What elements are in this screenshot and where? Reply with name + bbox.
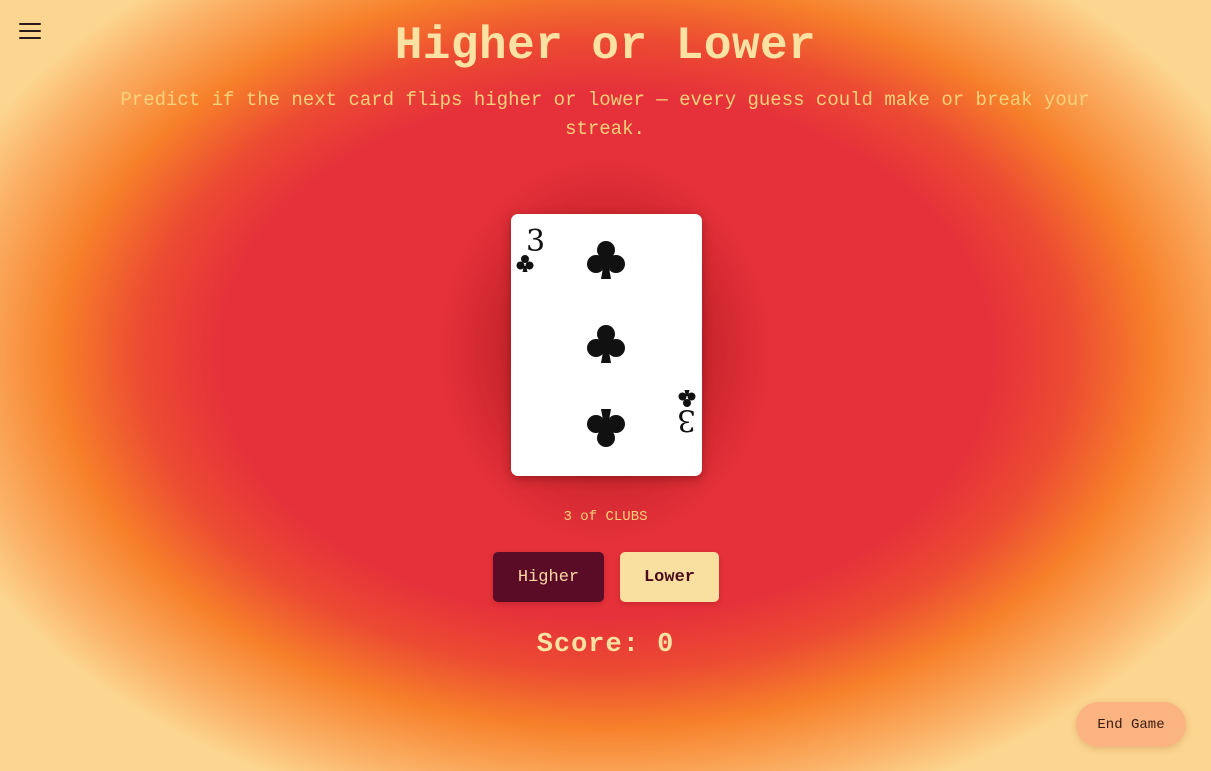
score-value: 0 — [657, 630, 675, 660]
page-title: Higher or Lower — [394, 20, 817, 72]
club-icon — [587, 325, 625, 363]
card-rank-bottom: 3 — [677, 402, 696, 437]
card-rank-top: 3 — [526, 224, 545, 259]
playing-card: 3 3 — [511, 214, 702, 476]
club-icon — [587, 409, 625, 447]
card-caption: 3 of CLUBS — [563, 509, 648, 525]
lower-button[interactable]: Lower — [620, 552, 719, 602]
end-game-button[interactable]: End Game — [1076, 702, 1186, 747]
higher-button[interactable]: Higher — [493, 552, 604, 602]
score-label: Score: — [536, 630, 640, 660]
score-display: Score: 0 — [0, 630, 1211, 660]
club-icon — [587, 241, 625, 279]
page-subtitle: Predict if the next card flips higher or… — [120, 89, 1090, 140]
card-face: 3 3 — [516, 224, 696, 447]
